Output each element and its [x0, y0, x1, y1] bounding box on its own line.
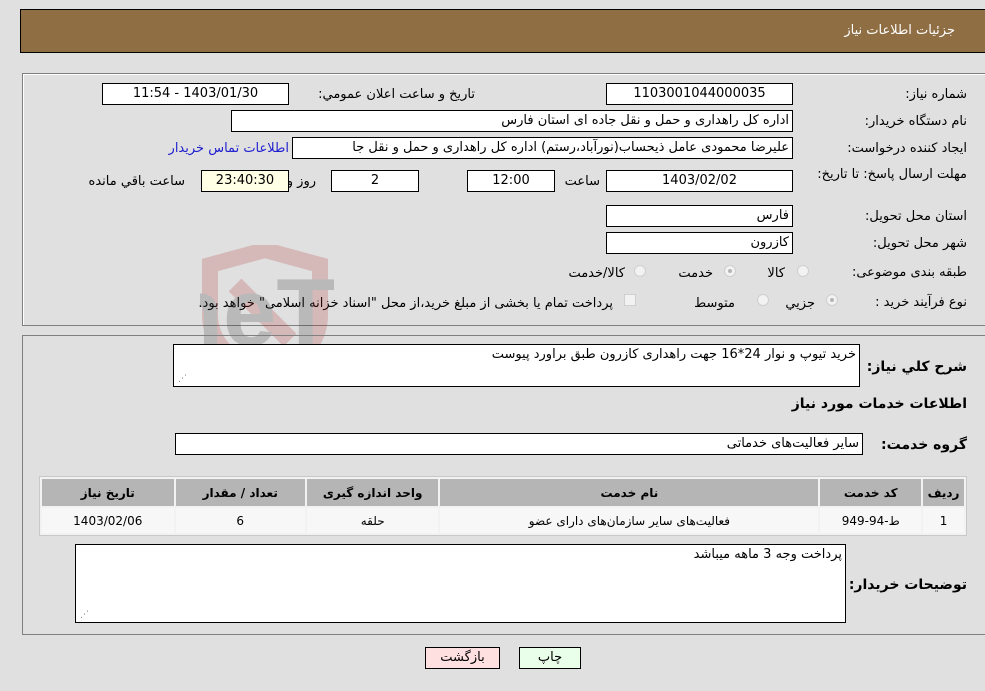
category-label: طبقه بندی موضوعی: [851, 265, 967, 280]
category-radio-service[interactable] [724, 265, 736, 277]
cell-row-number: 1 [923, 508, 964, 533]
purchase-option-medium: متوسط [694, 296, 735, 311]
table-row: 1 ط-94-949 فعالیت‌های سایر سازمان‌های دا… [42, 508, 964, 533]
purchase-radio-minor[interactable] [826, 294, 838, 306]
delivery-city-label: شهر محل تحویل: [872, 236, 967, 251]
remaining-label: ساعت باقي مانده [88, 174, 185, 189]
buyer-notes-text: پرداخت وجه 3 ماهه میباشد [693, 547, 842, 562]
col-row-number: ردیف [923, 479, 964, 506]
resize-grip-icon[interactable]: ⋰ [177, 374, 187, 384]
services-section-title: اطلاعات خدمات مورد نياز [791, 396, 967, 412]
buyer-org-label: نام دستگاه خریدار: [864, 114, 967, 129]
treasury-note: پرداخت تمام یا بخشی از مبلغ خرید،از محل … [198, 296, 613, 311]
col-quantity: تعداد / مقدار [175, 479, 305, 506]
deadline-label: مهلت ارسال پاسخ: تا تاریخ: [817, 167, 967, 182]
requester-label: ایجاد کننده درخواست: [847, 141, 967, 156]
deadline-time-label: ساعت [564, 174, 600, 189]
buyer-contact-link[interactable]: اطلاعات تماس خریدار [169, 141, 289, 156]
print-button[interactable]: چاپ [519, 647, 581, 669]
cell-service-code: ط-94-949 [820, 508, 922, 533]
delivery-city-field: کازرون [606, 232, 793, 254]
purchase-option-minor: جزيي [785, 296, 815, 311]
delivery-province-field: فارس [606, 205, 793, 227]
remaining-time-field: 23:40:30 [201, 170, 289, 192]
buyer-notes-label: توضیحات خریدار: [848, 577, 967, 593]
buyer-org-field: اداره کل راهداری و حمل و نقل جاده ای است… [231, 110, 793, 132]
category-option-service: خدمت [678, 266, 713, 281]
deadline-time-field: 12:00 [467, 170, 555, 192]
table-header-row: ردیف کد خدمت نام خدمت واحد اندازه گیری ت… [42, 479, 964, 506]
col-need-date: تاریخ نیاز [42, 479, 174, 506]
resize-grip-icon[interactable]: ⋰ [79, 610, 89, 620]
cell-service-name: فعالیت‌های سایر سازمان‌های دارای عضو [440, 508, 819, 533]
purchase-radio-medium[interactable] [757, 294, 769, 306]
back-button[interactable]: بازگشت [425, 647, 500, 669]
remaining-days-field: 2 [331, 170, 419, 192]
page-title: جزئیات اطلاعات نیاز [844, 23, 955, 38]
category-radio-goods[interactable] [797, 265, 809, 277]
page-header: جزئیات اطلاعات نیاز [20, 9, 985, 53]
announce-datetime-label: تاریخ و ساعت اعلان عمومي: [318, 87, 475, 102]
announce-datetime-field: 1403/01/30 - 11:54 [102, 83, 289, 105]
need-number-label: شماره نیاز: [905, 87, 967, 102]
summary-label: شرح کلي نياز: [866, 359, 967, 375]
service-group-field: سایر فعالیت‌های خدماتی [175, 433, 863, 455]
requester-field: علیرضا محمودی عامل ذیحساب(نورآباد،رستم) … [292, 137, 793, 159]
cell-quantity: 6 [175, 508, 305, 533]
delivery-province-label: استان محل تحویل: [865, 209, 967, 224]
category-option-goods-service: کالا/خدمت [568, 266, 625, 281]
summary-textarea[interactable]: خرید تیوپ و نوار 24*16 جهت راهداری کازرو… [173, 344, 860, 387]
days-label: روز و [286, 174, 316, 189]
category-option-goods: کالا [767, 266, 785, 281]
cell-unit: حلقه [306, 508, 439, 533]
services-table: ردیف کد خدمت نام خدمت واحد اندازه گیری ت… [39, 476, 967, 536]
buyer-notes-textarea[interactable]: پرداخت وجه 3 ماهه میباشد ⋰ [75, 544, 846, 623]
purchase-type-label: نوع فرآیند خرید : [875, 295, 967, 310]
category-radio-goods-service[interactable] [634, 265, 646, 277]
deadline-date-field: 1403/02/02 [606, 170, 793, 192]
summary-text: خرید تیوپ و نوار 24*16 جهت راهداری کازرو… [491, 347, 856, 362]
col-service-code: کد خدمت [820, 479, 922, 506]
service-group-label: گروه خدمت: [881, 437, 967, 453]
col-service-name: نام خدمت [440, 479, 819, 506]
treasury-checkbox[interactable] [624, 294, 636, 306]
need-number-field: 1103001044000035 [606, 83, 793, 105]
col-unit: واحد اندازه گیری [306, 479, 439, 506]
cell-need-date: 1403/02/06 [42, 508, 174, 533]
